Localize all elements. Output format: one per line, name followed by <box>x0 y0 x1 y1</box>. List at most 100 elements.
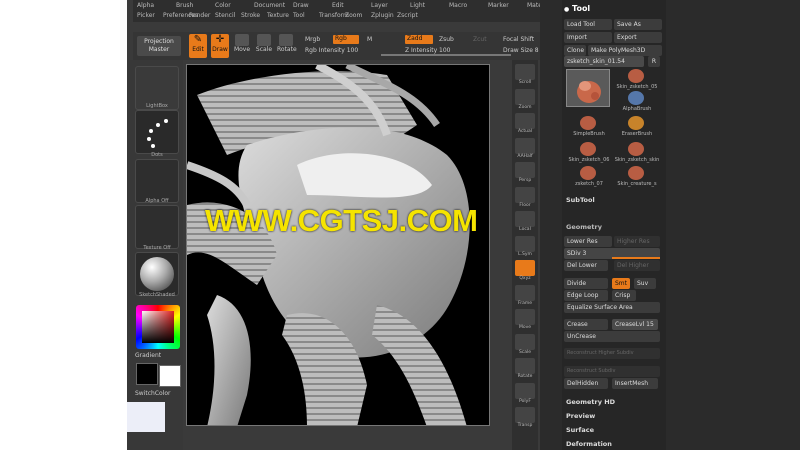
menu-item[interactable]: Texture <box>267 12 289 19</box>
shelf-move-button[interactable] <box>515 309 535 325</box>
geometry-hd-header[interactable]: Geometry HD <box>566 398 615 406</box>
current-tool-slider[interactable]: zsketch_skin_01.54 <box>564 56 644 67</box>
main-color-swatch[interactable] <box>136 363 158 385</box>
menu-item[interactable]: Zoom <box>345 12 362 19</box>
preview-header[interactable]: Preview <box>566 412 595 420</box>
del-higher-button[interactable]: Del Higher <box>614 260 660 271</box>
crisp-button[interactable]: Crisp <box>612 290 636 301</box>
tool-thumb-icon[interactable] <box>628 166 644 180</box>
geometry-header[interactable]: Geometry <box>566 223 602 231</box>
del-hidden-button[interactable]: DelHidden <box>564 378 608 389</box>
subtool-header[interactable]: SubTool <box>566 196 595 204</box>
rgb-button[interactable]: Rgb <box>333 35 359 44</box>
menu-item[interactable]: Stencil <box>215 12 235 19</box>
shelf-zoom-button[interactable] <box>515 88 535 105</box>
tool-thumb-icon[interactable] <box>628 91 644 105</box>
suv-toggle[interactable]: Suv <box>634 278 656 289</box>
menu-item[interactable]: Render <box>189 12 210 19</box>
del-lower-button[interactable]: Del Lower <box>564 260 608 271</box>
shelf-actual-button[interactable] <box>515 113 535 129</box>
projection-master-button[interactable]: Projection Master <box>137 36 181 56</box>
draw-button[interactable]: ✛ Draw <box>211 34 229 58</box>
color-picker[interactable] <box>136 305 180 349</box>
alpha-thumb[interactable] <box>135 159 179 203</box>
zsub-button[interactable]: Zsub <box>439 36 454 43</box>
menu-item[interactable]: Macro <box>449 2 467 9</box>
color-square[interactable] <box>142 311 174 343</box>
higher-res-button[interactable]: Higher Res <box>614 236 660 247</box>
rgb-intensity-slider[interactable]: Rgb Intensity 100 <box>305 47 358 54</box>
stroke-thumb[interactable] <box>135 110 179 154</box>
scale-button[interactable]: Scale <box>255 34 273 58</box>
load-tool-button[interactable]: Load Tool <box>564 19 612 30</box>
deformation-header[interactable]: Deformation <box>566 440 612 448</box>
tool-thumb-icon[interactable] <box>628 69 644 83</box>
menu-item[interactable]: Layer <box>371 2 388 9</box>
tool-thumb-icon[interactable] <box>580 116 596 130</box>
insert-mesh-button[interactable]: InsertMesh <box>612 378 658 389</box>
menu-item[interactable]: Light <box>410 2 425 9</box>
menu-item[interactable]: Brush <box>176 2 193 9</box>
shelf-scroll-button[interactable] <box>515 64 535 80</box>
collapse-icon[interactable]: ● <box>564 6 569 13</box>
clone-button[interactable]: Clone <box>564 45 586 56</box>
draw-size-slider[interactable]: Draw Size 8 <box>503 47 539 54</box>
material-thumb[interactable] <box>135 252 179 296</box>
m-button[interactable]: M <box>367 36 372 43</box>
menu-item[interactable]: Picker <box>137 12 155 19</box>
menu-item[interactable]: Draw <box>293 2 309 9</box>
current-tool-preview[interactable] <box>566 69 610 107</box>
crease-level-slider[interactable]: CreaseLvl 15 <box>612 319 658 330</box>
canvas-viewport[interactable] <box>186 64 490 426</box>
tool-thumb-icon[interactable] <box>628 142 644 156</box>
shelf-lsym-button[interactable] <box>515 235 535 252</box>
menu-item[interactable]: Stroke <box>241 12 260 19</box>
move-button[interactable]: Move <box>233 34 251 58</box>
smt-toggle[interactable]: Smt <box>612 278 630 289</box>
shelf-qxyz-button[interactable] <box>515 260 535 276</box>
reconstruct-subdiv-button[interactable]: Reconstruct Subdiv <box>564 366 660 377</box>
menu-item[interactable]: Tool <box>293 12 305 19</box>
save-as-button[interactable]: Save As <box>614 19 662 30</box>
mrgb-button[interactable]: Mrgb <box>305 36 320 43</box>
shelf-aahalf-button[interactable] <box>515 137 535 154</box>
tool-thumb-icon[interactable] <box>580 142 596 156</box>
shelf-persp-button[interactable] <box>515 162 535 178</box>
import-button[interactable]: Import <box>564 32 612 43</box>
divide-button[interactable]: Divide <box>564 278 608 289</box>
zadd-button[interactable]: Zadd <box>405 35 433 44</box>
shelf-transp-button[interactable] <box>515 407 535 423</box>
shelf-scale-button[interactable] <box>515 333 535 350</box>
make-polymesh-button[interactable]: Make PolyMesh3D <box>588 45 662 56</box>
uncrease-button[interactable]: UnCrease <box>564 331 660 342</box>
edge-loop-button[interactable]: Edge Loop <box>564 290 608 301</box>
tool-thumb-icon[interactable] <box>580 166 596 180</box>
menu-item[interactable]: Marker <box>488 2 509 9</box>
shelf-local-button[interactable] <box>515 211 535 227</box>
zcut-button[interactable]: Zcut <box>473 36 487 43</box>
edit-button[interactable]: ✎ Edit <box>189 34 207 58</box>
surface-header[interactable]: Surface <box>566 426 594 434</box>
z-intensity-slider[interactable]: Z Intensity 100 <box>405 47 451 54</box>
tool-thumb-icon[interactable] <box>628 116 644 130</box>
shelf-rotate-button[interactable] <box>515 358 535 374</box>
shelf-floor-button[interactable] <box>515 186 535 203</box>
menu-item[interactable]: Document <box>254 2 285 9</box>
shelf-polyf-button[interactable] <box>515 382 535 399</box>
switch-color-button[interactable]: SwitchColor <box>135 390 171 397</box>
equalize-surface-area-button[interactable]: Equalize Surface Area <box>564 302 660 313</box>
lower-res-button[interactable]: Lower Res <box>564 236 612 247</box>
shelf-frame-button[interactable] <box>515 284 535 301</box>
menu-item[interactable]: Color <box>215 2 231 9</box>
focal-shift-slider[interactable]: Focal Shift <box>503 36 534 43</box>
reconstruct-higher-button[interactable]: Reconstruct Higher Subdiv <box>564 348 660 359</box>
menu-item[interactable]: Alpha <box>137 2 154 9</box>
menu-item[interactable]: Zscript <box>397 12 418 19</box>
rotate-button[interactable]: Rotate <box>277 34 297 58</box>
menu-item[interactable]: Zplugin <box>371 12 394 19</box>
r-button[interactable]: R <box>648 56 660 67</box>
secondary-color-swatch[interactable] <box>159 365 181 387</box>
export-button[interactable]: Export <box>614 32 662 43</box>
texture-thumb[interactable] <box>135 205 179 249</box>
menu-item[interactable]: Edit <box>332 2 344 9</box>
